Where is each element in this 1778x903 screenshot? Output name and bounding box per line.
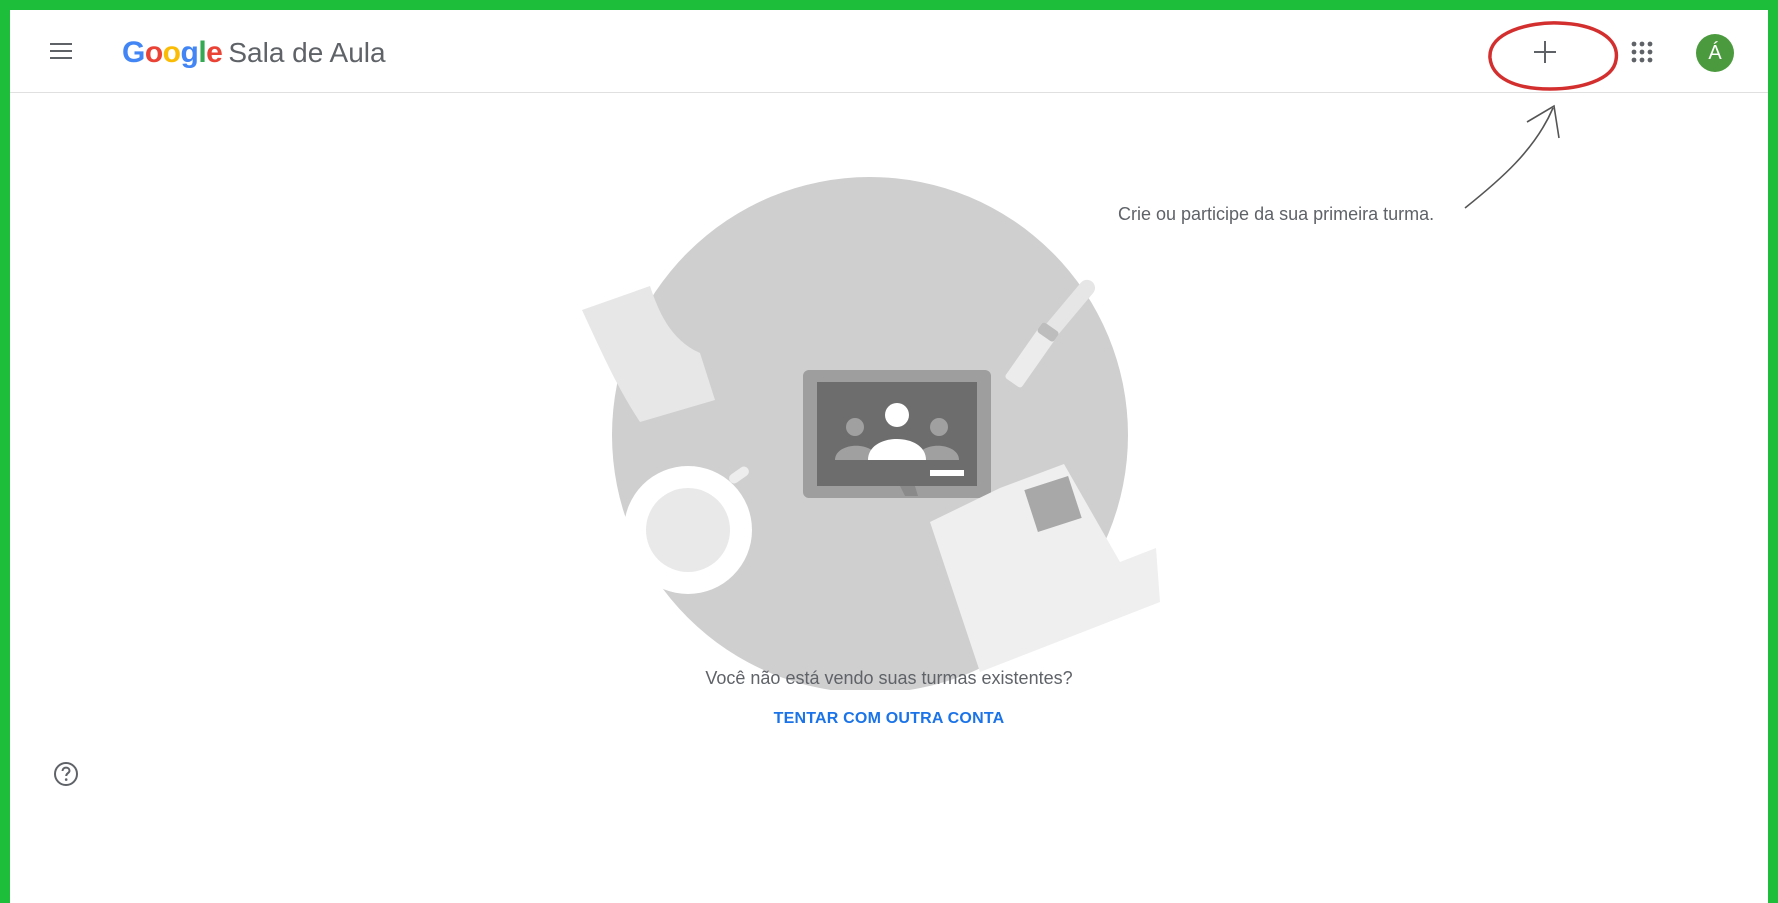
empty-classes-illustration bbox=[582, 177, 1160, 690]
logo-letter: e bbox=[206, 36, 223, 69]
logo-letter: o bbox=[162, 36, 181, 69]
retry-container: TENTAR COM OUTRA CONTA bbox=[10, 710, 1768, 728]
product-name: Sala de Aula bbox=[228, 37, 386, 68]
create-or-join-class-button[interactable] bbox=[1525, 32, 1565, 72]
classroom-logo[interactable]: Google Sala de Aula bbox=[122, 36, 386, 70]
classroom-window: Google Sala de Aula Á Crie ou participe bbox=[10, 10, 1768, 903]
annotation-arrow-head bbox=[1526, 104, 1560, 139]
hamburger-icon bbox=[50, 43, 72, 59]
plus-icon bbox=[1534, 41, 1556, 63]
try-another-account-link[interactable]: TENTAR COM OUTRA CONTA bbox=[774, 710, 1005, 727]
help-circle-icon bbox=[54, 762, 78, 786]
account-avatar[interactable]: Á bbox=[1696, 34, 1734, 72]
help-button[interactable] bbox=[50, 758, 82, 790]
classroom-board-icon bbox=[803, 370, 991, 498]
top-app-bar: Google Sala de Aula Á bbox=[10, 10, 1768, 93]
annotation-arrow-line bbox=[1464, 107, 1554, 209]
google-wordmark: Google bbox=[122, 36, 223, 70]
main-menu-button[interactable] bbox=[44, 34, 78, 68]
avatar-letter: Á bbox=[1708, 41, 1722, 64]
google-apps-button[interactable] bbox=[1624, 34, 1660, 70]
existing-classes-question: Você não está vendo suas turmas existent… bbox=[705, 668, 1073, 688]
logo-letter: g bbox=[180, 36, 199, 69]
logo-letter: o bbox=[144, 36, 163, 69]
logo-letter: G bbox=[122, 36, 145, 69]
apps-grid-icon bbox=[1631, 41, 1653, 63]
logo-letter: l bbox=[198, 36, 207, 69]
